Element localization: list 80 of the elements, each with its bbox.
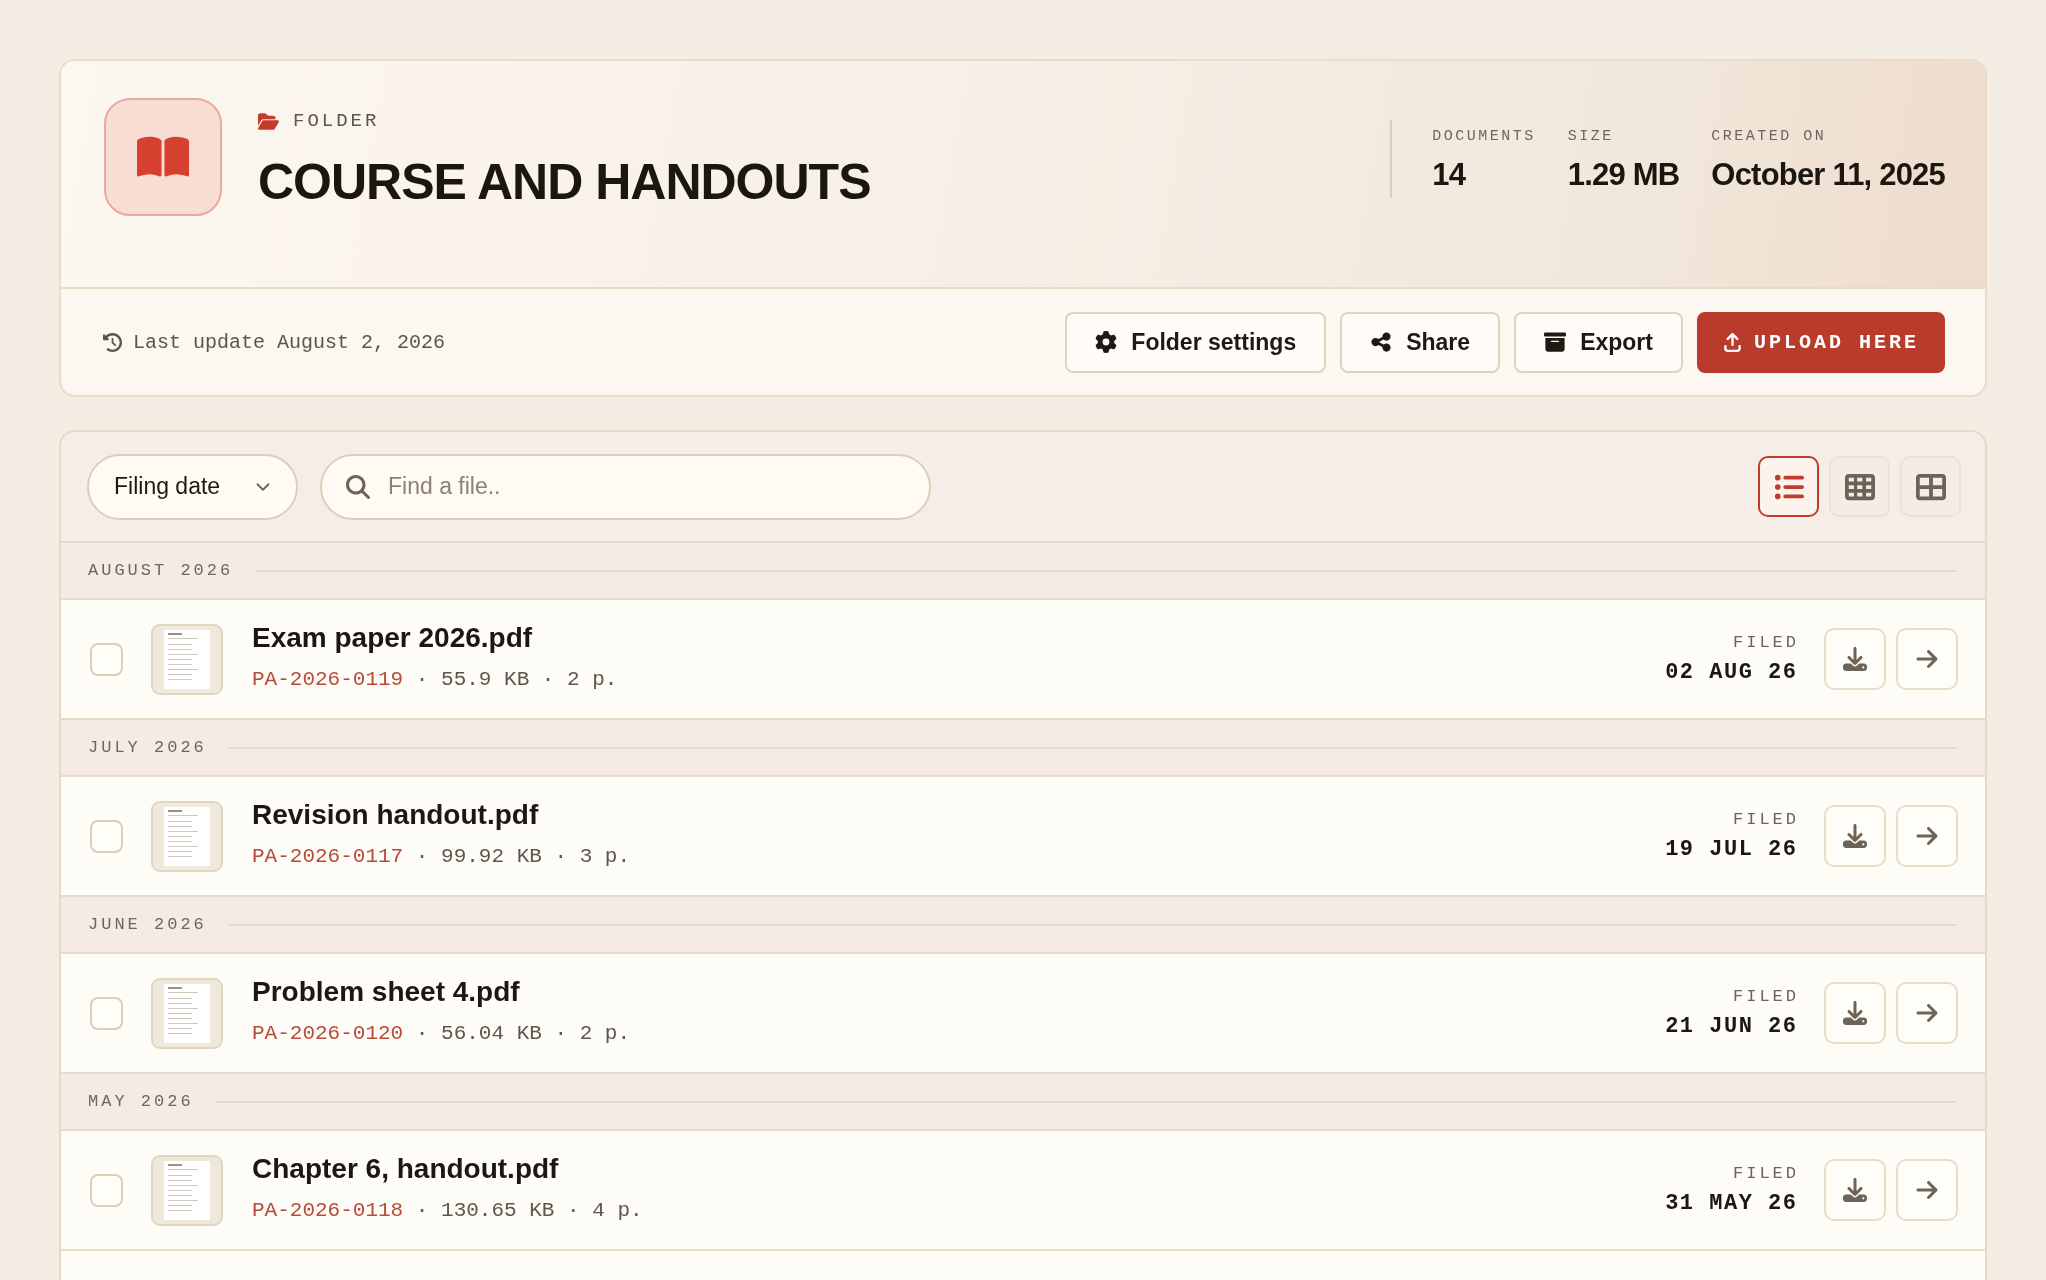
stat-label: SIZE	[1567, 128, 1615, 145]
file-details: · 56.04 KB · 2 p.	[415, 1021, 631, 1047]
last-update-text: Last update August 2, 2026	[133, 330, 446, 354]
file-reference: PA-2026-0117	[252, 844, 404, 870]
filed-label: FILED	[1733, 810, 1799, 829]
group-heading: MAY 2026	[88, 1092, 194, 1111]
group-heading: JUNE 2026	[88, 915, 207, 934]
download-button[interactable]	[1824, 1159, 1886, 1221]
stat-label: DOCUMENTS	[1432, 128, 1536, 145]
export-button[interactable]: Export	[1514, 311, 1683, 373]
upload-button[interactable]: UPLOAD HERE	[1696, 311, 1945, 373]
document-thumbnail-icon	[151, 1154, 223, 1226]
file-row[interactable]: Chapter 6, handout.pdf PA-2026-0118 · 130.65 KB · 4 p. FILED 31 MAY 26	[61, 1129, 1985, 1249]
download-button[interactable]	[1824, 628, 1886, 690]
download-icon	[1843, 647, 1867, 671]
tile-view-button[interactable]	[1900, 456, 1961, 517]
filed-label: FILED	[1733, 1164, 1799, 1183]
history-icon	[103, 332, 122, 352]
open-button[interactable]	[1896, 1159, 1958, 1221]
row-checkbox[interactable]	[90, 996, 123, 1030]
folder-icon	[258, 110, 279, 132]
filed-date: 21 JUN 26	[1665, 1014, 1798, 1039]
file-name: Exam paper 2026.pdf	[252, 621, 534, 655]
file-row[interactable]: Revision handout.pdf PA-2026-0117 · 99.92 KB · 3 p. FILED 19 JUL 26	[61, 775, 1985, 895]
download-button[interactable]	[1824, 805, 1886, 867]
file-name: Revision handout.pdf	[252, 798, 540, 832]
folder-title: COURSE AND HANDOUTS	[258, 153, 871, 212]
sort-select[interactable]: Filing date	[87, 453, 298, 520]
open-button[interactable]	[1896, 628, 1958, 690]
document-thumbnail-icon	[151, 623, 223, 695]
file-row[interactable]: Exam paper 2026.pdf PA-2026-0119 · 55.9 KB · 2 p. FILED 02 AUG 26	[61, 598, 1985, 718]
book-icon	[104, 98, 222, 216]
arrow-right-icon	[1915, 1001, 1939, 1025]
file-reference: PA-2026-0119	[252, 667, 404, 693]
arrow-right-icon	[1915, 1178, 1939, 1202]
document-thumbnail-icon	[151, 977, 223, 1049]
file-details: · 55.9 KB · 2 p.	[415, 667, 618, 693]
stat-value: October 11, 2025	[1711, 157, 1945, 193]
file-reference: PA-2026-0118	[252, 1198, 404, 1224]
row-checkbox[interactable]	[90, 819, 123, 853]
open-button[interactable]	[1896, 982, 1958, 1044]
filed-label: FILED	[1733, 987, 1799, 1006]
file-details: · 99.92 KB · 3 p.	[415, 844, 631, 870]
arrow-right-icon	[1915, 824, 1939, 848]
filed-label: FILED	[1733, 633, 1799, 652]
download-button[interactable]	[1824, 982, 1886, 1044]
grid-icon	[1844, 471, 1875, 502]
row-checkbox[interactable]	[90, 1173, 123, 1207]
stat-value: 1.29 MB	[1567, 157, 1680, 193]
file-reference: PA-2026-0120	[252, 1021, 404, 1047]
file-name: Chapter 6, handout.pdf	[252, 1152, 560, 1186]
group-heading: JULY 2026	[88, 738, 207, 757]
download-icon	[1843, 1001, 1867, 1025]
download-icon	[1843, 824, 1867, 848]
download-icon	[1843, 1178, 1867, 1202]
filed-date: 31 MAY 26	[1665, 1191, 1798, 1216]
filed-date: 19 JUL 26	[1665, 837, 1798, 862]
group-heading: AUGUST 2026	[88, 561, 234, 580]
share-button[interactable]: Share	[1340, 311, 1501, 373]
archive-box-icon	[1544, 331, 1567, 353]
large-grid-icon	[1915, 471, 1946, 502]
open-button[interactable]	[1896, 805, 1958, 867]
folder-label: FOLDER	[293, 110, 380, 132]
grid-view-button[interactable]	[1829, 456, 1890, 517]
stat-value: 14	[1432, 157, 1467, 193]
document-thumbnail-icon	[151, 800, 223, 872]
gear-icon	[1095, 331, 1118, 353]
filed-date: 02 AUG 26	[1665, 660, 1798, 685]
upload-icon	[1722, 332, 1742, 352]
folder-settings-button[interactable]: Folder settings	[1065, 311, 1327, 373]
list-view-button[interactable]	[1758, 456, 1819, 517]
file-row[interactable]: Problem sheet 4.pdf PA-2026-0120 · 56.04 KB · 2 p. FILED 21 JUN 26	[61, 952, 1985, 1072]
search-icon	[346, 474, 370, 499]
search-field[interactable]: Find a file..	[320, 453, 931, 520]
row-checkbox[interactable]	[90, 642, 123, 676]
stat-label: CREATED ON	[1711, 128, 1828, 145]
share-icon	[1370, 331, 1393, 353]
file-details: · 130.65 KB · 4 p.	[415, 1198, 643, 1224]
file-name: Problem sheet 4.pdf	[252, 975, 521, 1009]
arrow-right-icon	[1915, 647, 1939, 671]
